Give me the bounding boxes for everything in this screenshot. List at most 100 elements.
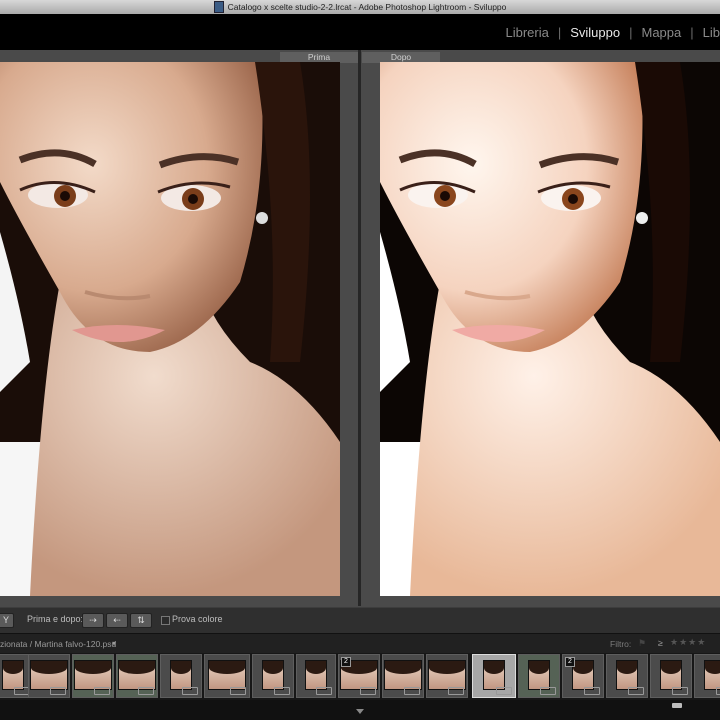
- module-library[interactable]: Libreria: [505, 25, 548, 40]
- pane-divider: [358, 50, 361, 606]
- thumbnail-image: [2, 660, 24, 690]
- filmstrip-thumbnail[interactable]: [252, 654, 294, 698]
- filmstrip-thumbnail[interactable]: [518, 654, 560, 698]
- thumbnail-image: [208, 660, 246, 690]
- edited-badge-icon: [182, 687, 198, 695]
- module-map[interactable]: Mappa: [642, 25, 682, 40]
- edited-badge-icon: [628, 687, 644, 695]
- edited-badge-icon: [94, 687, 110, 695]
- filmstrip-thumbnail[interactable]: [204, 654, 250, 698]
- window-title: Catalogo x scelte studio-2-2.lrcat - Ado…: [227, 2, 507, 12]
- thumbnail-image: [118, 660, 156, 690]
- module-separator: |: [690, 24, 694, 40]
- thumbnail-detail: [75, 661, 111, 674]
- thumbnail-image: [74, 660, 112, 690]
- thumbnail-image: [384, 660, 422, 690]
- copy-after-to-before-button[interactable]: ⇠: [106, 613, 128, 628]
- edited-badge-icon: [716, 687, 720, 695]
- thumbnail-detail: [385, 661, 421, 674]
- edited-badge-icon: [138, 687, 154, 695]
- edited-badge-icon: [360, 687, 376, 695]
- thumbnail-detail: [209, 661, 245, 674]
- develop-toolbar: Y Prima e dopo: ⇢ ⇠ ⇅ Prova colore: [0, 607, 720, 633]
- thumbnail-image: [170, 660, 192, 690]
- thumbnail-detail: [171, 661, 191, 674]
- thumbnail-image: [428, 660, 466, 690]
- before-portrait-image: [0, 62, 340, 596]
- filmstrip-thumbnail[interactable]: [296, 654, 336, 698]
- filmstrip-thumbnail[interactable]: 2: [562, 654, 604, 698]
- view-mode-button[interactable]: Y: [0, 613, 14, 628]
- filmstrip-thumbnail[interactable]: [72, 654, 114, 698]
- filmstrip-header: zionata / Martina falvo-120.psd ▾ Filtro…: [0, 633, 720, 654]
- thumbnail-detail: [3, 661, 23, 674]
- toggle-bottom-panel-icon[interactable]: [356, 709, 364, 714]
- edited-badge-icon: [672, 687, 688, 695]
- filmstrip-thumbnail[interactable]: [472, 654, 516, 698]
- thumbnail-image: [572, 660, 594, 690]
- filmstrip-source[interactable]: zionata / Martina falvo-120.psd: [0, 639, 116, 649]
- module-separator: |: [629, 24, 633, 40]
- filmstrip: 22: [0, 653, 720, 700]
- thumbnail-detail: [617, 661, 637, 674]
- flag-filter-icon[interactable]: ⚑: [638, 638, 646, 649]
- thumbnail-image: [660, 660, 682, 690]
- thumbnail-detail: [31, 661, 67, 674]
- soft-proof-checkbox[interactable]: [161, 616, 170, 625]
- module-book[interactable]: Lib: [703, 25, 720, 40]
- after-photo[interactable]: [380, 62, 720, 596]
- window-titlebar: Catalogo x scelte studio-2-2.lrcat - Ado…: [0, 0, 720, 15]
- thumbnail-detail: [573, 661, 593, 674]
- edited-badge-icon: [448, 687, 464, 695]
- filmstrip-thumbnail[interactable]: [382, 654, 424, 698]
- thumbnail-detail: [705, 661, 720, 674]
- edited-badge-icon: [540, 687, 556, 695]
- soft-proof-label: Prova colore: [172, 614, 223, 624]
- module-picker: Libreria | Sviluppo | Mappa | Lib: [0, 14, 720, 50]
- filmstrip-scrollbar[interactable]: [672, 703, 682, 708]
- edited-badge-icon: [404, 687, 420, 695]
- thumbnail-image: [262, 660, 284, 690]
- module-develop[interactable]: Sviluppo: [570, 25, 620, 40]
- thumbnail-image: [616, 660, 638, 690]
- module-separator: |: [557, 24, 562, 40]
- before-after-label: Prima e dopo:: [27, 614, 84, 624]
- filter-label: Filtro:: [610, 639, 632, 649]
- source-dropdown-icon[interactable]: ▾: [112, 639, 116, 648]
- thumbnail-image: [305, 660, 327, 690]
- after-portrait-image: [380, 62, 720, 596]
- filmstrip-thumbnail[interactable]: [694, 654, 720, 698]
- stack-count-badge[interactable]: 2: [565, 657, 575, 667]
- edited-badge-icon: [496, 687, 512, 695]
- stack-count-badge[interactable]: 2: [341, 657, 351, 667]
- filmstrip-thumbnail[interactable]: 2: [338, 654, 380, 698]
- filmstrip-thumbnail[interactable]: [160, 654, 202, 698]
- document-icon: [213, 1, 224, 13]
- edited-badge-icon: [230, 687, 246, 695]
- edited-badge-icon: [274, 687, 290, 695]
- thumbnail-detail: [529, 661, 549, 674]
- edited-badge-icon: [316, 687, 332, 695]
- thumbnail-image: [30, 660, 68, 690]
- before-photo[interactable]: [0, 62, 340, 596]
- thumbnail-image: [704, 660, 720, 690]
- filmstrip-thumbnail[interactable]: [28, 654, 70, 698]
- rating-stars-icon[interactable]: ★★★★: [670, 637, 706, 648]
- bottom-panel-bar: [0, 700, 720, 720]
- rating-filter-operator[interactable]: ≥: [658, 638, 663, 648]
- thumbnail-detail: [306, 661, 326, 674]
- edited-badge-icon: [584, 687, 600, 695]
- filmstrip-thumbnail[interactable]: [116, 654, 158, 698]
- edited-badge-icon: [50, 687, 66, 695]
- thumbnail-image: [528, 660, 550, 690]
- filmstrip-thumbnail[interactable]: [650, 654, 692, 698]
- copy-before-to-after-button[interactable]: ⇢: [82, 613, 104, 628]
- swap-before-after-button[interactable]: ⇅: [130, 613, 152, 628]
- thumbnail-detail: [119, 661, 155, 674]
- thumbnail-detail: [429, 661, 465, 674]
- thumbnail-detail: [661, 661, 681, 674]
- thumbnail-image: [483, 660, 505, 690]
- thumbnail-detail: [263, 661, 283, 674]
- filmstrip-thumbnail[interactable]: [426, 654, 468, 698]
- filmstrip-thumbnail[interactable]: [606, 654, 648, 698]
